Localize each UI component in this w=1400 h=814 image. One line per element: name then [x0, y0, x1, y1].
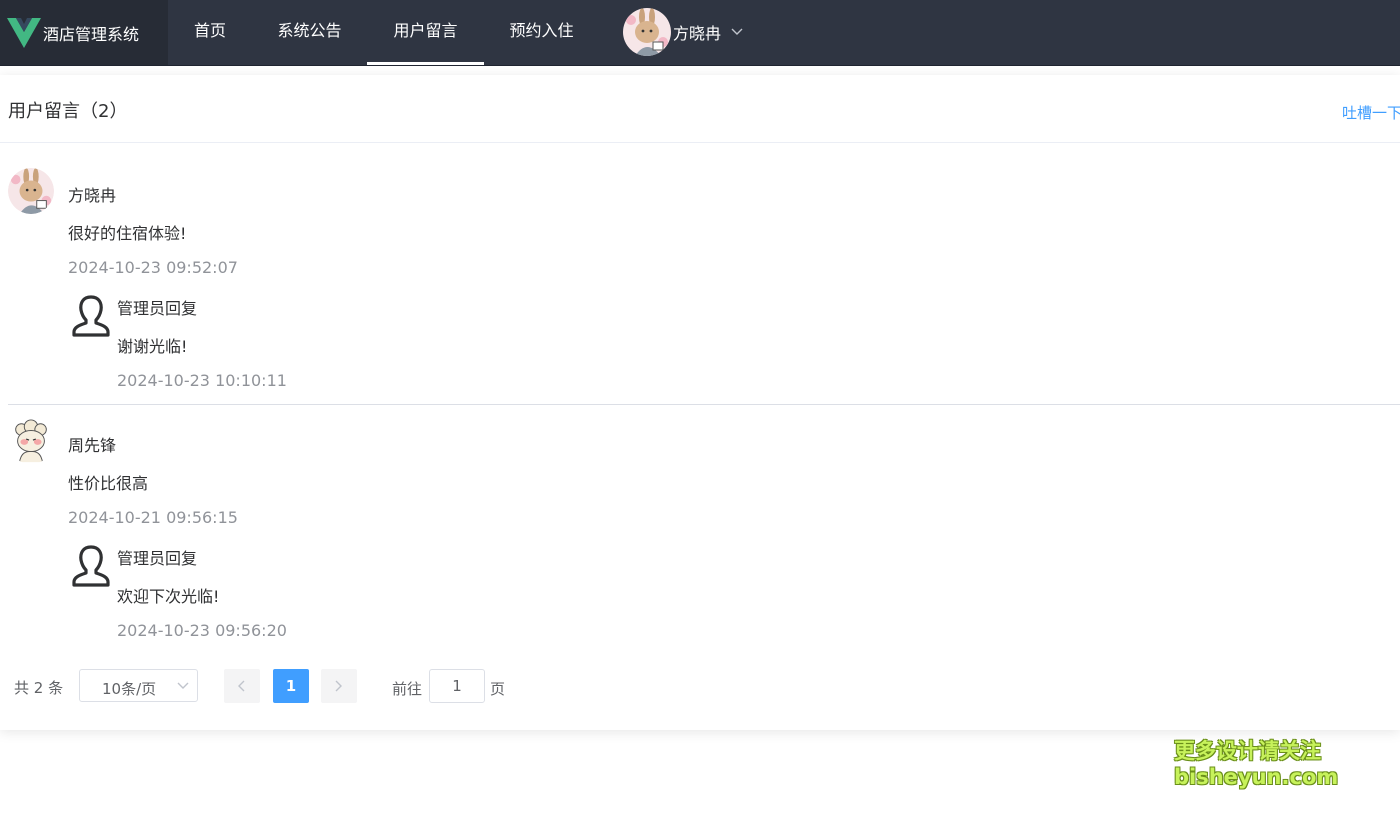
comment-time: 2024-10-23 09:52:07: [68, 258, 238, 277]
next-page-button[interactable]: [321, 669, 357, 703]
pagination-total: 共 2 条: [14, 679, 64, 697]
user-name: 方晓冉: [673, 24, 722, 43]
messages-panel: 用户留言（2） 吐槽一下 方晓冉 很好的住宿体验! 2024-10-23 09:…: [0, 75, 1400, 730]
page-number-current[interactable]: 1: [273, 669, 309, 703]
sheep-avatar: [8, 418, 54, 464]
prev-page-button[interactable]: [224, 669, 260, 703]
watermark-line2: bisheyun.com: [1174, 765, 1339, 789]
nav-messages-label: 用户留言: [393, 21, 458, 40]
comment-author: 周先锋: [68, 436, 117, 455]
comment-time: 2024-10-21 09:56:15: [68, 508, 238, 527]
comment-text: 很好的住宿体验!: [68, 224, 187, 243]
brand[interactable]: 酒店管理系统: [0, 0, 168, 65]
nav-announcements-label: 系统公告: [277, 21, 342, 40]
admin-user-icon: [72, 295, 110, 337]
bunny-avatar: [8, 168, 54, 214]
nav-home[interactable]: 首页: [168, 0, 252, 65]
reply-time: 2024-10-23 10:10:11: [117, 371, 287, 390]
comment-divider: [8, 404, 1400, 405]
reply-text: 谢谢光临!: [117, 337, 188, 356]
watermark-line1: 更多设计请关注: [1174, 739, 1321, 763]
watermark: 更多设计请关注 bisheyun.com: [1174, 738, 1339, 790]
user-avatar: [623, 8, 671, 56]
reply-author: 管理员回复: [117, 549, 198, 568]
user-menu[interactable]: 方晓冉: [623, 6, 743, 58]
nav-home-label: 首页: [193, 21, 226, 40]
nav-announcements[interactable]: 系统公告: [252, 0, 367, 65]
top-nav-bar: 酒店管理系统 首页 系统公告 用户留言 预约入住 方晓冉: [0, 0, 1400, 66]
chevron-right-icon: [335, 680, 342, 692]
page-size-value: 10条/页: [102, 680, 157, 698]
page-title: 用户留言（2）: [8, 101, 128, 122]
pagination: 共 2 条 10条/页 1 前往 页: [0, 669, 1400, 705]
admin-user-icon: [72, 545, 110, 587]
reply-author: 管理员回复: [117, 299, 198, 318]
goto-label: 前往: [392, 680, 423, 698]
vue-logo-icon: [7, 17, 41, 48]
page-size-select[interactable]: 10条/页: [79, 669, 198, 702]
complain-link[interactable]: 吐槽一下: [1342, 102, 1400, 123]
brand-name: 酒店管理系统: [43, 24, 140, 44]
nav-messages[interactable]: 用户留言: [367, 0, 484, 65]
panel-header: 用户留言（2） 吐槽一下: [0, 75, 1400, 143]
chevron-down-icon: [177, 682, 189, 689]
chevron-down-icon: [731, 28, 743, 35]
nav-booking-label: 预约入住: [509, 21, 574, 40]
reply-time: 2024-10-23 09:56:20: [117, 621, 287, 640]
chevron-left-icon: [238, 680, 245, 692]
goto-suffix: 页: [490, 680, 506, 698]
nav-booking[interactable]: 预约入住: [484, 0, 599, 65]
reply-text: 欢迎下次光临!: [117, 587, 220, 606]
comment-author: 方晓冉: [68, 186, 117, 205]
comment-text: 性价比很高: [68, 474, 149, 493]
goto-page-input[interactable]: [429, 669, 485, 703]
